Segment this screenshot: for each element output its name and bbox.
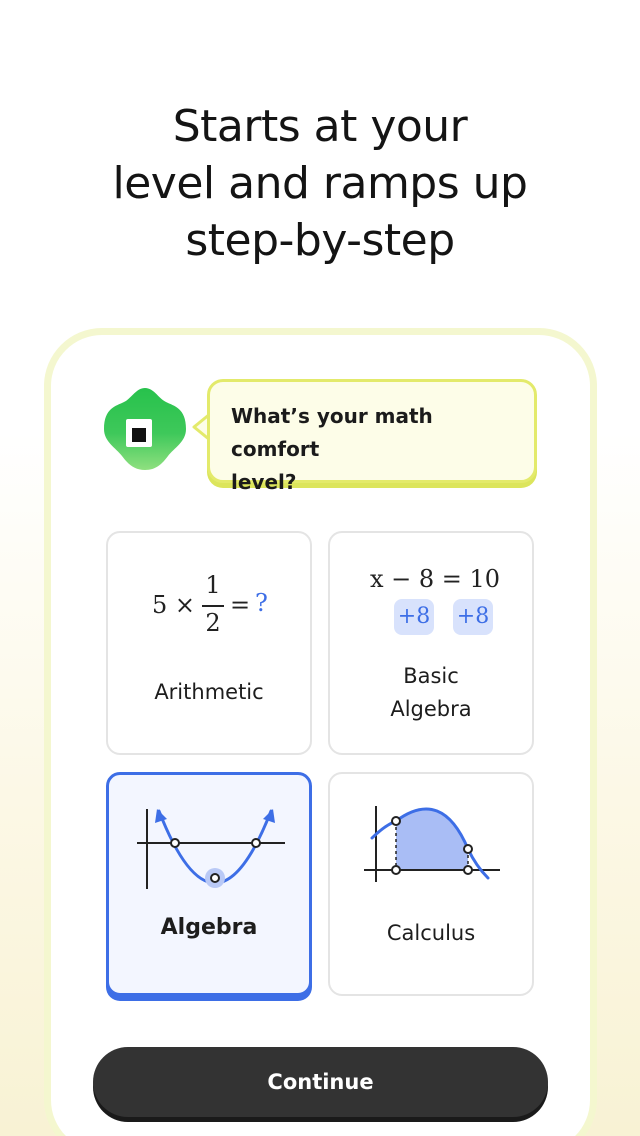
option-label-basic-line-1: Basic xyxy=(403,664,459,688)
headline-line-1: Starts at your xyxy=(172,101,468,152)
question-line-1: What’s your math comfort xyxy=(231,404,433,461)
arithmetic-unknown: ? xyxy=(255,589,268,617)
option-label-arithmetic: Arithmetic xyxy=(154,680,264,704)
onboarding-headline: Starts at your level and ramps up step-b… xyxy=(40,98,600,269)
mascot-icon xyxy=(104,388,186,470)
option-label-algebra: Algebra xyxy=(160,915,258,940)
arithmetic-equals: = xyxy=(230,591,251,619)
option-card-calculus[interactable]: Calculus xyxy=(328,772,534,996)
fraction-denominator: 2 xyxy=(205,609,221,637)
area-under-curve-icon xyxy=(364,806,500,882)
chip-plus-8-right: +8 xyxy=(453,599,493,635)
headline-line-3: step-by-step xyxy=(185,215,455,266)
fraction-bar xyxy=(202,605,224,607)
question-bubble: What’s your math comfort level? xyxy=(207,379,537,494)
continue-button[interactable]: Continue xyxy=(93,1047,548,1117)
question-line-2: level? xyxy=(231,470,297,494)
option-card-arithmetic[interactable]: 5 × 1 2 = ? Arithmetic xyxy=(106,531,312,755)
chip-plus-8-left: +8 xyxy=(394,599,434,635)
parabola-graph-icon xyxy=(137,809,285,889)
fraction-numerator: 1 xyxy=(205,571,221,599)
basic-algebra-equation: x − 8 = 10 xyxy=(370,565,501,593)
headline-line-2: level and ramps up xyxy=(112,158,528,209)
option-label-basic-line-2: Algebra xyxy=(390,697,472,721)
option-card-basic-algebra[interactable]: x − 8 = 10 +8 +8 Basic Algebra xyxy=(328,531,534,755)
option-card-algebra[interactable]: Algebra xyxy=(106,772,312,996)
arithmetic-expression-lhs: 5 × xyxy=(152,591,196,619)
option-label-calculus: Calculus xyxy=(386,921,476,945)
